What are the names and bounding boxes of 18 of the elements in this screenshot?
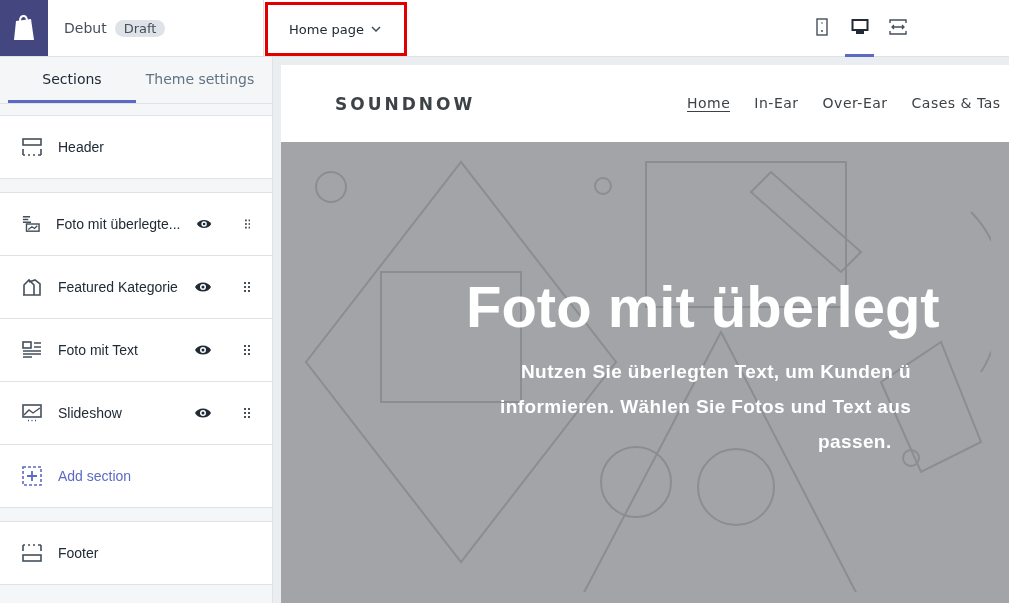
nav-link[interactable]: Cases & Tas — [911, 95, 1001, 112]
hero-text-line: passen. — [818, 430, 893, 454]
theme-name: Debut — [64, 20, 107, 36]
nav-link[interactable]: Over-Ear — [822, 95, 888, 112]
page-selector[interactable]: Home page — [265, 2, 407, 56]
nav-link[interactable]: Home — [687, 95, 731, 112]
nav-link[interactable]: In-Ear — [754, 95, 799, 112]
section-item[interactable]: Foto mit überlegte... — [0, 193, 272, 256]
hero-text-line: Nutzen Sie überlegten Text, um Kunden ü — [521, 360, 912, 384]
sidebar-tab[interactable]: Sections — [8, 57, 136, 103]
sidebar-tab[interactable]: Theme settings — [136, 57, 264, 103]
store-logo-text[interactable]: SOUNDNOW — [335, 93, 687, 114]
section-item[interactable]: Foto mit Text — [0, 319, 272, 382]
section-item[interactable]: Header — [0, 116, 272, 178]
section-item[interactable]: Featured Kategorie — [0, 256, 272, 319]
hero-text-line: informieren. Wählen Sie Fotos und Text aus — [500, 395, 913, 419]
status-badge: Draft — [114, 19, 166, 37]
section-item[interactable]: Footer — [0, 522, 272, 584]
